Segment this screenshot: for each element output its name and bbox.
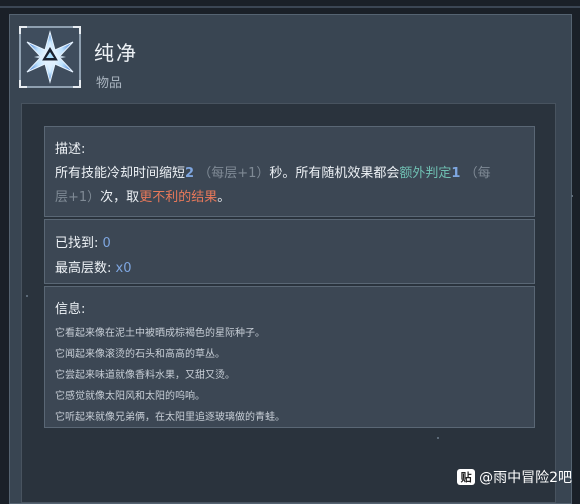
max-stack-label: 最高层数: [55, 261, 112, 276]
details-area: 描述: 所有技能冷却时间缩短2 （每层+1）秒。所有随机效果都会额外判定1 （每… [21, 103, 556, 503]
found-value: 0 [102, 236, 111, 251]
description-line-1: 所有技能冷却时间缩短2 （每层+1）秒。所有随机效果都会额外判定1 （每 [55, 162, 491, 181]
extra-roll-value: 1 [451, 166, 461, 181]
info-line: 它尝起来味道就像香料水果，又甜又烫。 [55, 370, 235, 381]
top-divider [0, 6, 580, 8]
item-name: 纯净 [94, 41, 138, 65]
background-star [571, 195, 573, 197]
desc-text: 秒。所有随机效果都会 [269, 166, 400, 181]
desc-text: 所有技能冷却时间缩短 [55, 166, 186, 181]
info-heading: 信息: [55, 302, 86, 317]
found-label: 已找到: [55, 236, 99, 251]
info-line: 它听起来就像兄弟俩，在太阳里追逐玻璃做的青蛙。 [55, 412, 285, 423]
item-icon-frame [19, 26, 81, 88]
stats-card: 已找到: 0 最高层数: x0 [44, 219, 535, 284]
watermark: 贴 @雨中冒险2吧 [457, 467, 572, 487]
max-stack-row: 最高层数: x0 [55, 257, 132, 276]
bad-keyword: 更不利的结果 [139, 190, 218, 205]
stack-note: 层+1） [55, 190, 101, 205]
watermark-text: @雨中冒险2吧 [479, 470, 572, 486]
description-line-2: 层+1）次，取更不利的结果。 [55, 186, 230, 205]
info-line: 它感觉就像太阳风和太阳的呜响。 [55, 391, 205, 402]
info-line: 它闻起来像滚烫的石头和高高的草丛。 [55, 349, 225, 360]
background-star [437, 437, 439, 439]
item-category: 物品 [96, 76, 123, 91]
crystal-star-icon [26, 30, 74, 84]
found-row: 已找到: 0 [55, 232, 111, 251]
background-star [26, 295, 28, 297]
info-card: 信息: 它看起来像在泥土中被晒成棕褐色的星际种子。 它闻起来像滚烫的石头和高高的… [44, 286, 535, 428]
description-heading: 描述: [55, 142, 86, 157]
desc-text: 次，取 [100, 190, 140, 205]
stack-note: （每 [464, 166, 491, 181]
special-keyword: 额外判定 [399, 166, 452, 181]
description-card: 描述: 所有技能冷却时间缩短2 （每层+1）秒。所有随机效果都会额外判定1 （每… [44, 126, 535, 217]
max-stack-value: x0 [115, 261, 132, 276]
stack-note: （每层+1） [198, 166, 270, 181]
tieba-logo-icon: 贴 [457, 469, 476, 485]
cooldown-value: 2 [185, 166, 195, 181]
info-line: 它看起来像在泥土中被晒成棕褐色的星际种子。 [55, 328, 265, 339]
item-tooltip-panel: 纯净 物品 描述: 所有技能冷却时间缩短2 （每层+1）秒。所有随机效果都会额外… [9, 14, 572, 504]
desc-text: 。 [217, 190, 231, 205]
